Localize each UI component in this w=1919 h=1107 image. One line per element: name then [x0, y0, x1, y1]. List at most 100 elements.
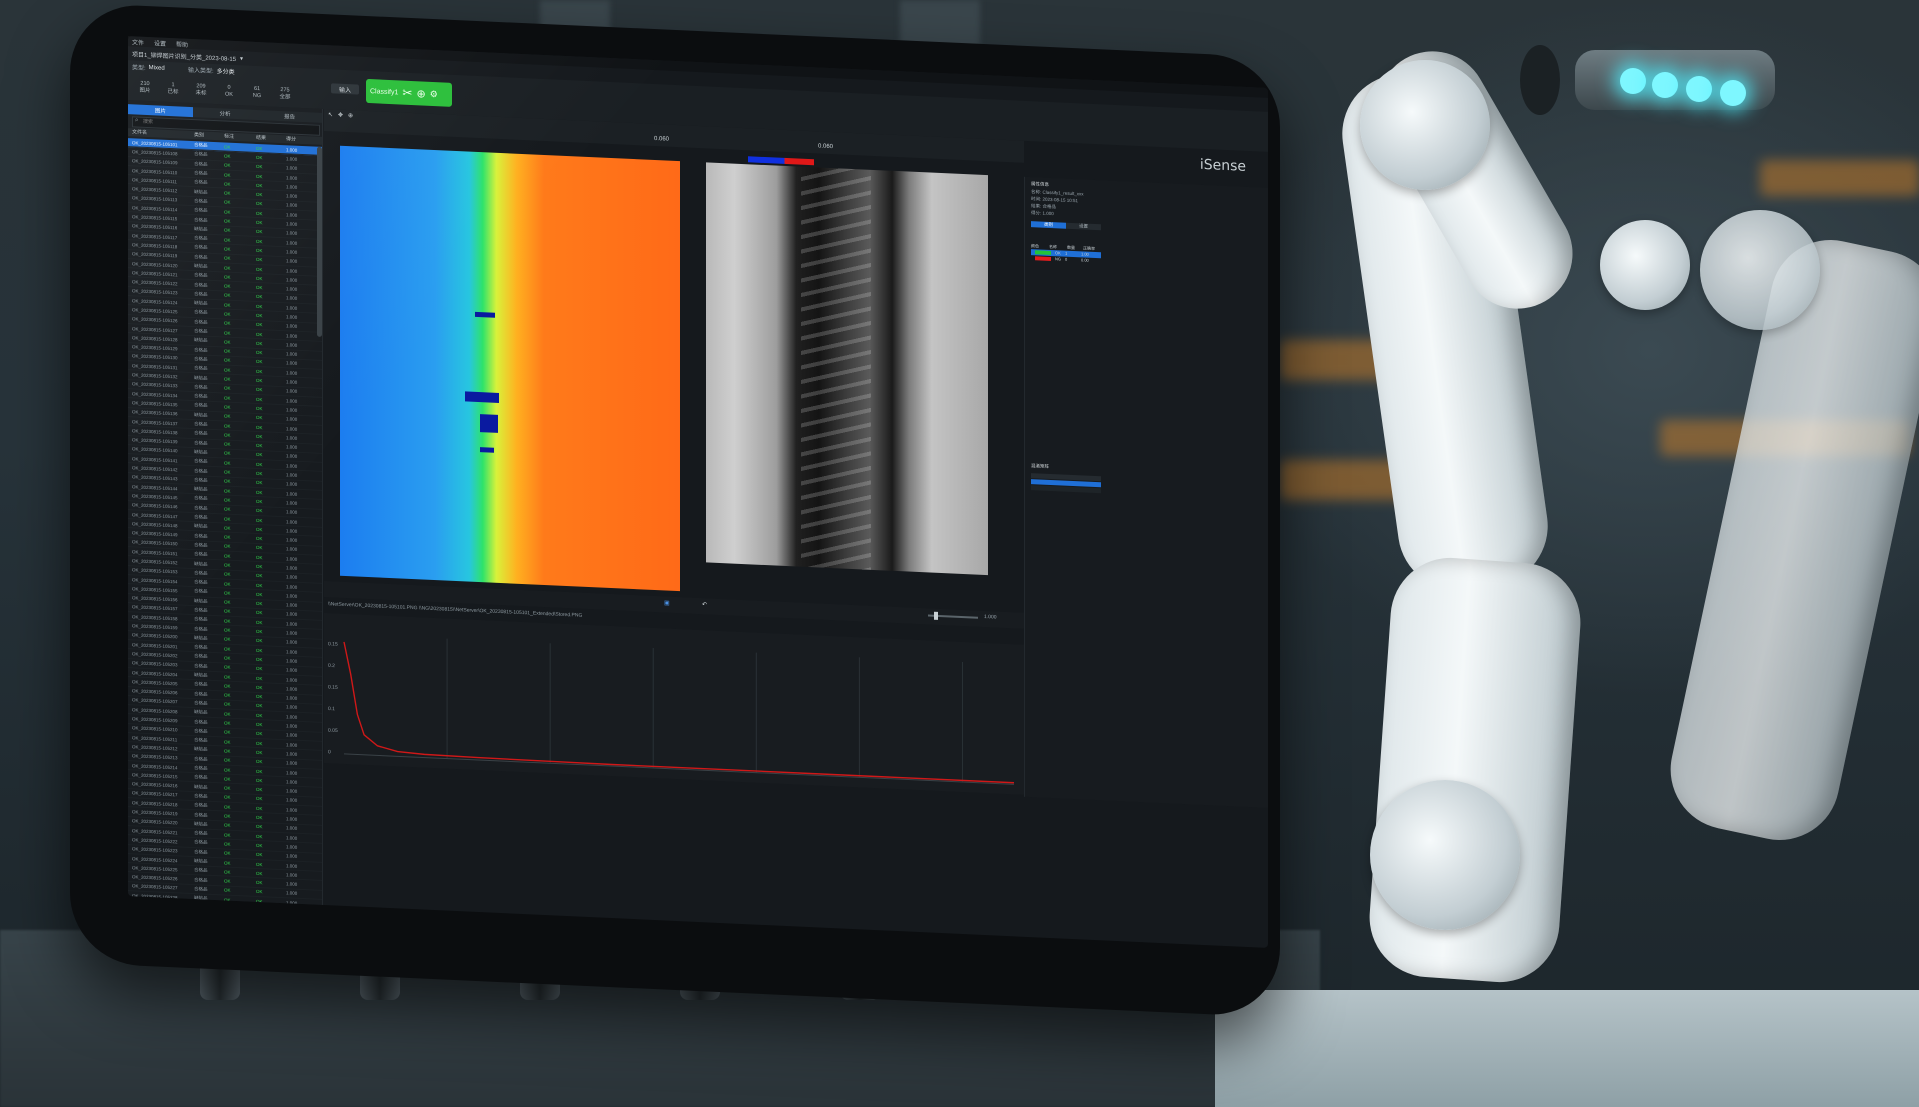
column-header-label[interactable]: 标注 [224, 132, 256, 141]
image-class: 合格品 [194, 151, 208, 158]
mode-value[interactable]: Mixed [149, 65, 165, 72]
image-class: 合格品 [194, 802, 208, 808]
image-filename: OK_20230815-105134 [132, 390, 178, 399]
image-filename: OK_20230815-105226 [132, 874, 178, 882]
tab-settings[interactable]: 设置 [1066, 222, 1101, 231]
tab-classes[interactable]: 类别 [1031, 221, 1066, 229]
class-color-swatch [1035, 256, 1051, 262]
zoom-icon[interactable]: ⊕ [348, 112, 353, 119]
image-label: OK [224, 460, 231, 466]
classify-tool-button[interactable]: Classify1 ✂ ⊕ ⚙ [366, 78, 452, 107]
tab-report[interactable]: 报告 [257, 109, 323, 123]
image-filename: OK_20230815-105110 [132, 167, 178, 175]
menu-item-help[interactable]: 帮助 [176, 39, 188, 49]
image-result: OK [256, 740, 263, 746]
image-result: OK [256, 777, 263, 784]
image-result: OK [256, 880, 263, 886]
image-class: 合格品 [194, 309, 208, 316]
defect-region [480, 447, 494, 453]
zoom-slider-handle[interactable] [934, 611, 938, 620]
source-image-view[interactable] [706, 162, 988, 576]
image-class: 合格品 [194, 579, 208, 585]
image-class: 缺陷品 [194, 560, 208, 567]
menu-item-settings[interactable]: 设置 [154, 38, 166, 48]
zoom-value: 1.000 [984, 613, 997, 621]
image-class: 合格品 [194, 811, 208, 818]
image-label: OK [224, 822, 231, 829]
image-class: 合格品 [194, 383, 208, 390]
image-score: 1.000 [286, 630, 298, 636]
image-filename: OK_20230815-105114 [132, 205, 178, 213]
undo-icon[interactable]: ↶ [702, 601, 707, 608]
image-filename: OK_20230815-105215 [132, 772, 178, 780]
image-label: OK [224, 162, 231, 169]
image-class: 合格品 [194, 393, 208, 399]
pointer-icon[interactable]: ↖ [328, 111, 333, 118]
image-filename: OK_20230815-105143 [132, 474, 178, 482]
input-button[interactable]: 输入 [331, 83, 359, 95]
image-class: 合格品 [194, 848, 208, 855]
image-label: OK [224, 283, 231, 289]
image-label: OK [224, 292, 231, 299]
column-header-score[interactable]: 得分 [286, 135, 316, 144]
image-score: 1.000 [286, 555, 298, 562]
image-result: OK [256, 870, 263, 877]
image-label: OK [224, 264, 231, 271]
image-class: 合格品 [194, 700, 208, 706]
image-score: 1.000 [286, 342, 298, 348]
image-label: OK [224, 525, 231, 531]
image-score: 1.000 [286, 453, 298, 460]
column-header-class[interactable]: 类别 [194, 131, 224, 140]
indicator-light [1720, 80, 1746, 106]
image-label: OK [224, 850, 231, 856]
input-type-value[interactable]: 多分类 [217, 66, 235, 76]
image-score: 1.000 [286, 397, 298, 404]
score-chart-svg: 0.15 0.2 0.15 0.1 0.05 0 [328, 638, 1014, 785]
image-result: OK [256, 275, 263, 282]
image-label: OK [224, 450, 231, 457]
image-score: 1.000 [286, 323, 298, 330]
column-header-result[interactable]: 结果 [256, 134, 286, 143]
image-filename: OK_20230815-105121 [132, 270, 178, 278]
y-tick-label: 0.15 [328, 641, 338, 647]
image-class: 合格品 [194, 755, 208, 762]
image-class: 缺陷品 [194, 597, 208, 604]
image-class: 合格品 [194, 467, 208, 474]
image-label: OK [224, 655, 231, 661]
fit-icon[interactable]: ▣ [664, 599, 670, 606]
stat-label: 图片 [139, 87, 151, 95]
image-result: OK [256, 787, 263, 793]
image-label: OK [224, 423, 231, 429]
image-result: OK [256, 303, 263, 309]
heatmap-view[interactable] [340, 145, 680, 592]
column-header-name[interactable]: 文件名 [128, 128, 194, 139]
image-result: OK [256, 489, 263, 495]
tab-images[interactable]: 图片 [128, 104, 193, 118]
image-label: OK [224, 413, 231, 420]
image-score: 1.000 [286, 639, 298, 646]
image-filename: OK_20230815-105155 [132, 586, 178, 594]
image-filename: OK_20230815-105221 [132, 827, 178, 835]
chevron-down-icon[interactable]: ▾ [240, 55, 243, 62]
pan-icon[interactable]: ✥ [338, 112, 343, 119]
image-label: OK [224, 534, 231, 540]
image-label: OK [224, 311, 231, 317]
image-label: OK [224, 720, 231, 726]
image-score: 1.000 [286, 583, 298, 590]
image-class: 缺陷品 [194, 411, 208, 418]
image-label: OK [224, 813, 231, 819]
image-result: OK [256, 247, 263, 254]
image-class: 合格品 [194, 867, 208, 874]
image-filename: OK_20230815-105132 [132, 372, 178, 380]
image-filename: OK_20230815-105138 [132, 428, 178, 436]
image-class: 合格品 [194, 476, 208, 483]
scrollbar-thumb[interactable] [317, 146, 322, 337]
image-label: OK [224, 878, 231, 884]
image-score: 1.000 [286, 212, 298, 218]
menu-item-file[interactable]: 文件 [132, 37, 144, 47]
image-class: 合格品 [194, 170, 208, 176]
input-type-label: 输入类型: [188, 67, 214, 76]
tab-analysis[interactable]: 分析 [192, 107, 258, 120]
image-label: OK [224, 757, 231, 764]
target-icon: ⊕ [416, 87, 426, 101]
